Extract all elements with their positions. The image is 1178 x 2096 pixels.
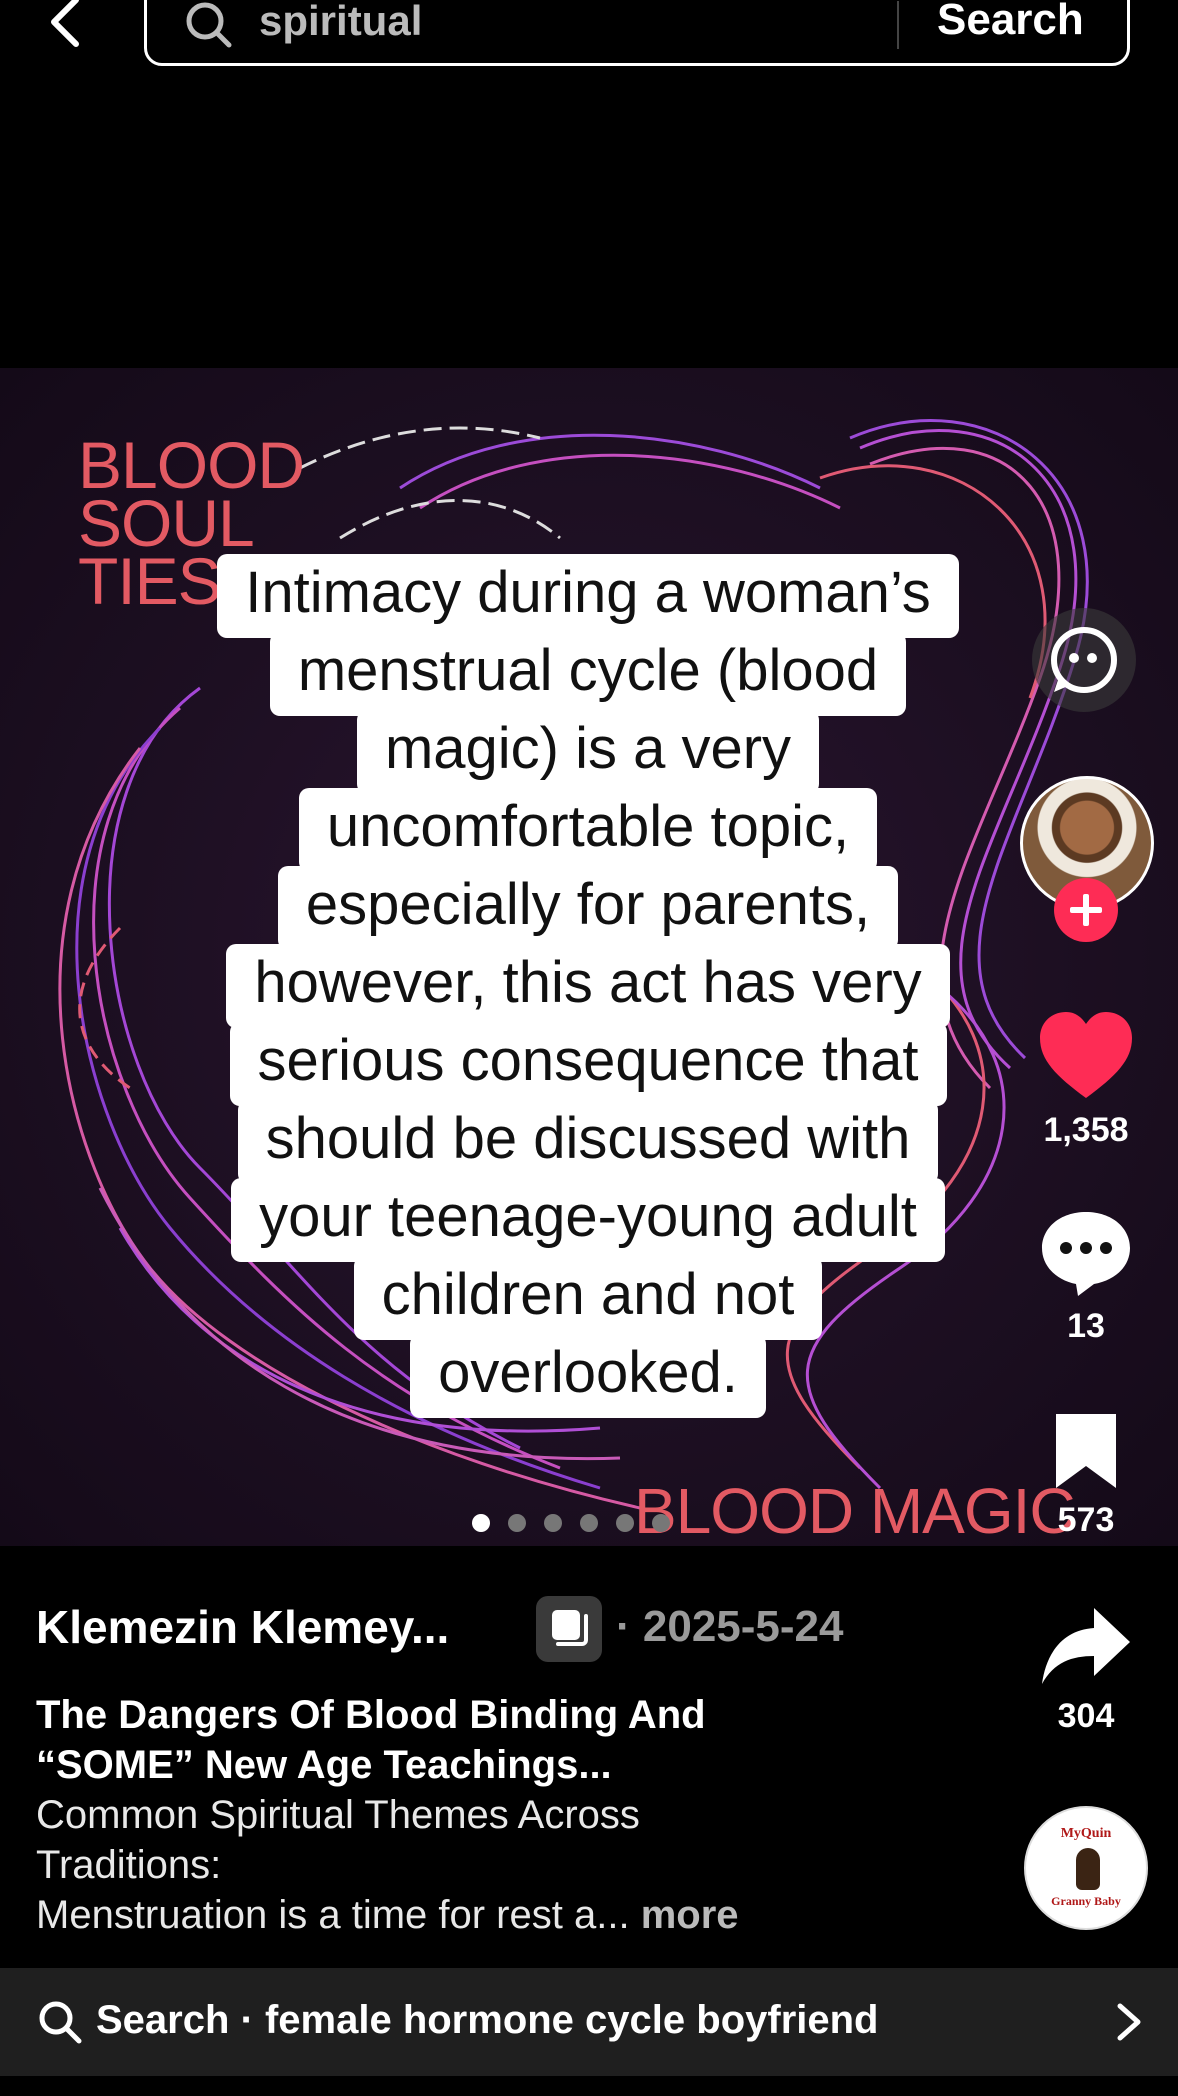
- caption-line: especially for parents,: [277, 866, 899, 950]
- post-description: Common Spiritual Themes Across Tradition…: [36, 1793, 739, 1937]
- carousel-dot[interactable]: [616, 1514, 634, 1532]
- music-disc-bottom-text: Granny Baby: [1051, 1894, 1121, 1908]
- carousel-dot[interactable]: [580, 1514, 598, 1532]
- share-count: 304: [1057, 1697, 1115, 1735]
- chevron-right-icon: [1117, 2003, 1141, 2041]
- comment-count: 13: [1067, 1307, 1105, 1345]
- carousel-dot[interactable]: [652, 1514, 670, 1532]
- search-bar[interactable]: Search: [144, 0, 1130, 66]
- caption-line: magic) is a very: [356, 710, 820, 794]
- follow-button[interactable]: [1054, 878, 1118, 942]
- search-input[interactable]: [259, 0, 919, 45]
- heart-icon: [1040, 1012, 1132, 1098]
- photo-mode-badge[interactable]: [536, 1596, 602, 1662]
- ai-assistant-button[interactable]: [1028, 604, 1140, 721]
- caption-line: uncomfortable topic,: [298, 788, 878, 872]
- music-disc-top-text: MyQuin: [1060, 1826, 1112, 1841]
- carousel-dot[interactable]: [508, 1514, 526, 1532]
- ai-face-icon: [1032, 608, 1136, 712]
- post-date: · 2025-5-24: [616, 1602, 844, 1651]
- search-button[interactable]: Search: [937, 0, 1084, 45]
- caption-line: however, this act has very: [226, 944, 950, 1028]
- share-button[interactable]: 304: [1026, 1604, 1146, 1736]
- music-disc-figure: [1076, 1848, 1100, 1890]
- search-divider: [897, 1, 899, 49]
- comment-icon: [1042, 1212, 1130, 1296]
- share-icon: [1042, 1608, 1130, 1684]
- post-title: The Dangers Of Blood Binding And “SOME” …: [36, 1693, 706, 1787]
- more-link[interactable]: more: [641, 1893, 739, 1937]
- photo-mode-icon: [552, 1610, 588, 1646]
- caption-line: overlooked.: [410, 1334, 766, 1418]
- search-icon: [39, 2001, 82, 2044]
- post-image[interactable]: BLOOD SOUL TIES Intimacy during a woman’…: [0, 368, 1178, 1546]
- top-bar: Search: [0, 0, 1178, 80]
- carousel-dot[interactable]: [472, 1514, 490, 1532]
- save-button[interactable]: 573: [1026, 1410, 1146, 1540]
- bookmark-icon: [1056, 1414, 1116, 1488]
- search-icon: [186, 2, 232, 48]
- related-search-bar[interactable]: Search · female hormone cycle boyfriend: [0, 1968, 1178, 2076]
- poster-subtitle: BLOOD MAGIC: [634, 1475, 1076, 1546]
- carousel-dots[interactable]: [472, 1514, 670, 1532]
- related-search-label: Search · female hormone cycle boyfriend: [96, 1998, 879, 2042]
- like-button[interactable]: 1,358: [1026, 1010, 1146, 1150]
- caption-line: menstrual cycle (blood: [269, 632, 907, 716]
- caption-line: should be discussed with: [237, 1100, 939, 1184]
- author-name[interactable]: Klemezin Klemey...: [36, 1600, 449, 1654]
- like-count: 1,358: [1043, 1111, 1129, 1149]
- carousel-dot[interactable]: [544, 1514, 562, 1532]
- caption-line: serious consequence that: [229, 1022, 947, 1106]
- caption-line: Intimacy during a woman’s: [217, 554, 959, 638]
- save-count: 573: [1057, 1501, 1115, 1539]
- music-disc[interactable]: MyQuin Granny Baby: [1024, 1806, 1148, 1930]
- comment-button[interactable]: 13: [1026, 1208, 1146, 1346]
- caption-line: your teenage-young adult: [231, 1178, 945, 1262]
- caption-line: children and not: [353, 1256, 823, 1340]
- back-icon[interactable]: [44, 0, 88, 48]
- post-caption: Intimacy during a woman’s menstrual cycl…: [158, 554, 1018, 1418]
